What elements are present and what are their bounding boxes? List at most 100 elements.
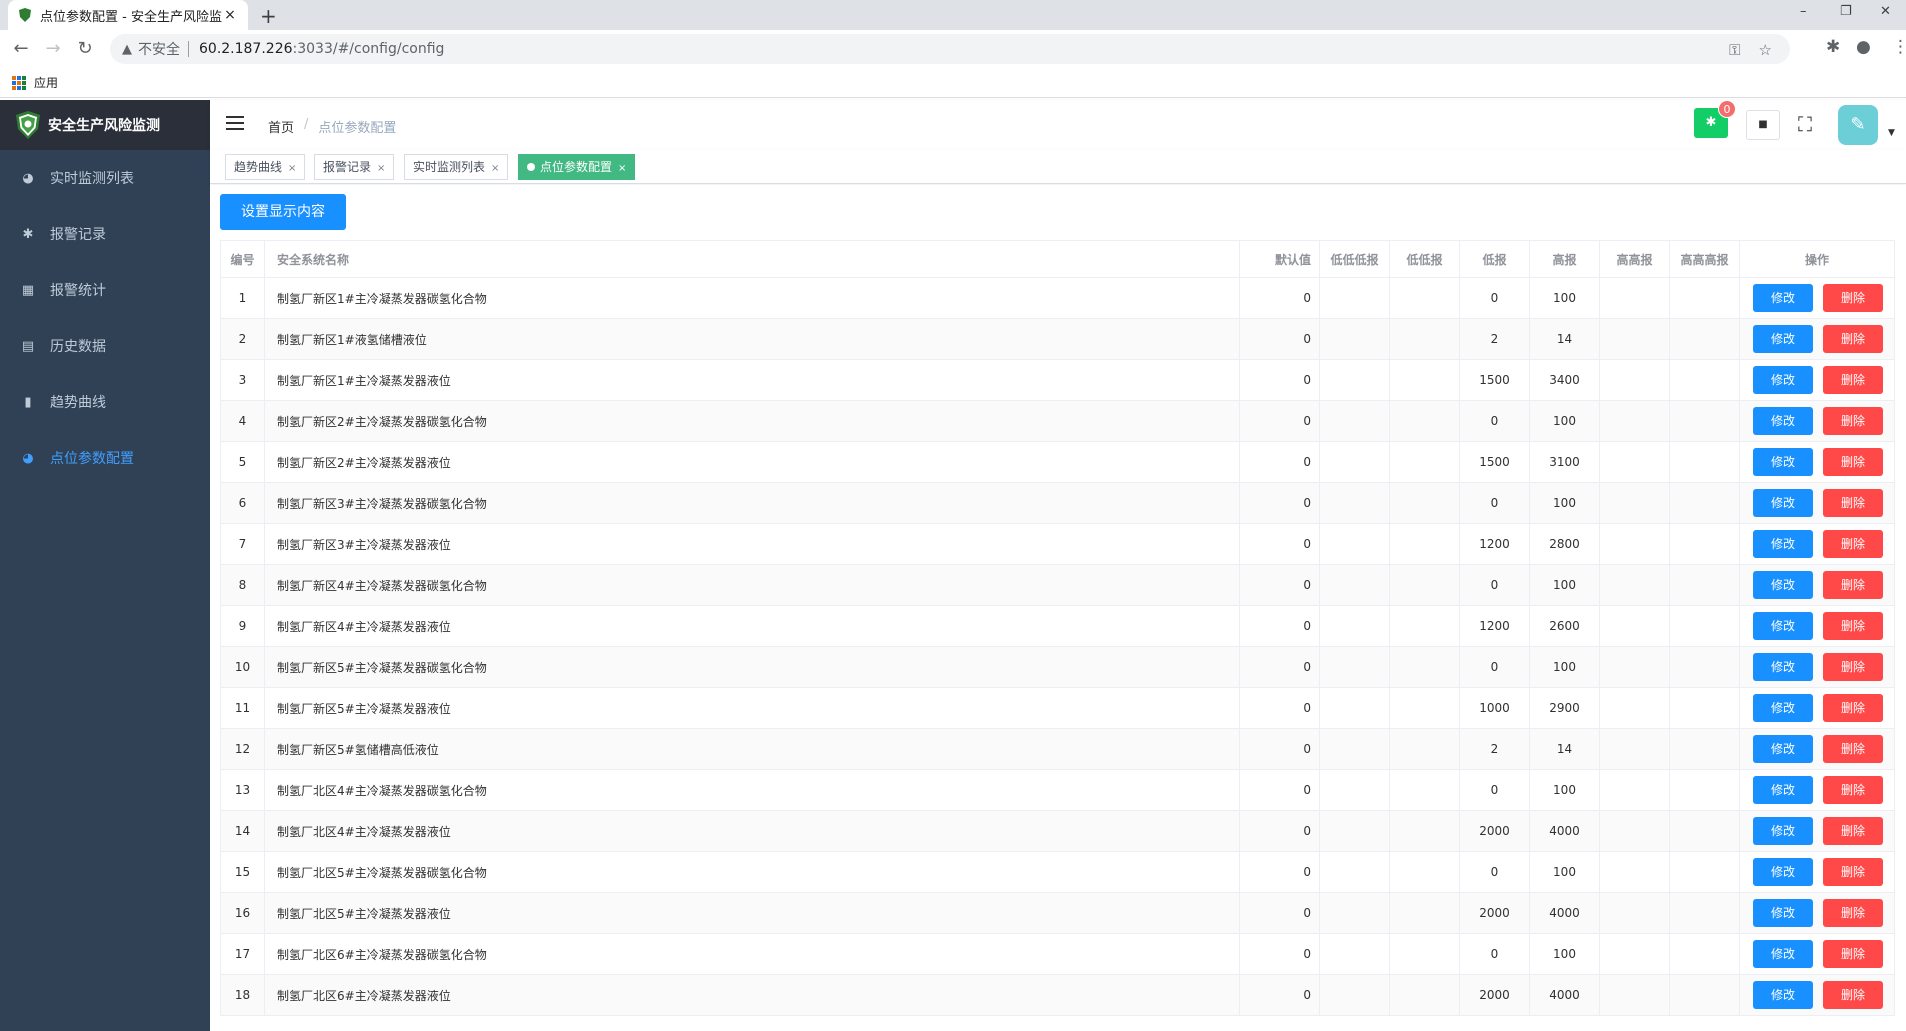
edit-button[interactable]: 修改 <box>1753 612 1813 640</box>
col-name: 安全系统名称 <box>264 240 1240 278</box>
delete-button[interactable]: 删除 <box>1823 530 1883 558</box>
cell-default: 0 <box>1239 400 1320 442</box>
screen-button[interactable]: ■ <box>1746 110 1780 140</box>
edit-button[interactable]: 修改 <box>1753 653 1813 681</box>
tag-label: 点位参数配置 <box>540 160 613 174</box>
delete-button[interactable]: 删除 <box>1823 407 1883 435</box>
tags-view: 趋势曲线 × 报警记录 × 实时监测列表 × 点位参数配置 × <box>210 150 1906 184</box>
edit-button[interactable]: 修改 <box>1753 776 1813 804</box>
new-tab-icon[interactable]: + <box>260 4 277 28</box>
cell-highhigh <box>1599 318 1670 360</box>
tag-close-icon[interactable]: × <box>491 163 499 174</box>
delete-button[interactable]: 删除 <box>1823 612 1883 640</box>
tag-config[interactable]: 点位参数配置 × <box>518 154 636 180</box>
edit-button[interactable]: 修改 <box>1753 284 1813 312</box>
cell-lowlowlow <box>1319 564 1390 606</box>
cell-name: 制氢厂新区4#主冷凝蒸发器液位 <box>264 605 1240 647</box>
cell-highhighhigh <box>1669 441 1740 483</box>
sidebar-logo[interactable]: 安全生产风险监测 <box>0 100 210 150</box>
edit-button[interactable]: 修改 <box>1753 735 1813 763</box>
browser-tab[interactable]: 点位参数配置 - 安全生产风险监测 × <box>8 0 248 30</box>
apps-grid-icon[interactable] <box>12 75 26 90</box>
edit-button[interactable]: 修改 <box>1753 407 1813 435</box>
delete-button[interactable]: 删除 <box>1823 366 1883 394</box>
star-icon[interactable]: ☆ <box>1759 41 1772 59</box>
sidebar-item-alarm-records[interactable]: ✱ 报警记录 <box>0 206 210 262</box>
breadcrumb-home[interactable]: 首页 <box>268 117 294 136</box>
delete-button[interactable]: 删除 <box>1823 981 1883 1009</box>
bookmark-apps[interactable]: 应用 <box>34 74 58 91</box>
navbar: 首页 / 点位参数配置 ✱ 0 ■ ⛶ ✎ ▼ <box>210 100 1906 150</box>
cell-id: 10 <box>220 646 265 688</box>
delete-button[interactable]: 删除 <box>1823 571 1883 599</box>
tag-trend[interactable]: 趋势曲线 × <box>225 154 306 180</box>
extensions-icon[interactable]: ✱ <box>1826 37 1840 57</box>
caret-down-icon[interactable]: ▼ <box>1888 128 1895 138</box>
cell-ops: 修改 删除 <box>1739 441 1895 483</box>
profile-icon[interactable]: ● <box>1856 37 1871 57</box>
settings-display-button[interactable]: 设置显示内容 <box>220 194 346 230</box>
avatar[interactable]: ✎ <box>1838 105 1878 145</box>
edit-button[interactable]: 修改 <box>1753 448 1813 476</box>
forward-icon[interactable]: → <box>42 38 64 59</box>
minimize-icon[interactable]: – <box>1800 4 1807 19</box>
delete-button[interactable]: 删除 <box>1823 448 1883 476</box>
more-menu-icon[interactable]: ⋮ <box>1892 37 1906 57</box>
delete-button[interactable]: 删除 <box>1823 817 1883 845</box>
reload-icon[interactable]: ↻ <box>74 38 96 59</box>
cell-id: 16 <box>220 892 265 934</box>
table-row: 5 制氢厂新区2#主冷凝蒸发器液位 0 1500 3100 修改 删除 <box>220 441 1895 483</box>
sidebar-item-alarm-stats[interactable]: ▦ 报警统计 <box>0 262 210 318</box>
window-close-icon[interactable]: ✕ <box>1880 4 1891 19</box>
sidebar-item-history[interactable]: ▤ 历史数据 <box>0 318 210 374</box>
edit-button[interactable]: 修改 <box>1753 817 1813 845</box>
cell-highhighhigh <box>1669 646 1740 688</box>
fullscreen-icon[interactable]: ⛶ <box>1798 112 1812 136</box>
delete-button[interactable]: 删除 <box>1823 325 1883 353</box>
restore-icon[interactable]: ❐ <box>1840 4 1852 19</box>
cell-low: 0 <box>1459 851 1530 893</box>
url-input[interactable]: ▲ 不安全 60.2.187.226 :3033/#/config/config… <box>110 34 1790 64</box>
tag-realtime[interactable]: 实时监测列表 × <box>404 154 509 180</box>
edit-button[interactable]: 修改 <box>1753 325 1813 353</box>
cell-high: 100 <box>1529 769 1600 811</box>
key-icon[interactable]: ⚿ <box>1729 41 1740 59</box>
delete-button[interactable]: 删除 <box>1823 735 1883 763</box>
delete-button[interactable]: 删除 <box>1823 776 1883 804</box>
tag-close-icon[interactable]: × <box>377 163 385 174</box>
delete-button[interactable]: 删除 <box>1823 653 1883 681</box>
edit-button[interactable]: 修改 <box>1753 571 1813 599</box>
cell-highhigh <box>1599 482 1670 524</box>
delete-button[interactable]: 删除 <box>1823 489 1883 517</box>
table-row: 1 制氢厂新区1#主冷凝蒸发器碳氢化合物 0 0 100 修改 删除 <box>220 277 1895 319</box>
cell-lowlowlow <box>1319 646 1390 688</box>
hamburger-icon[interactable] <box>226 116 244 132</box>
edit-button[interactable]: 修改 <box>1753 858 1813 886</box>
edit-button[interactable]: 修改 <box>1753 366 1813 394</box>
edit-button[interactable]: 修改 <box>1753 489 1813 517</box>
sidebar-item-config[interactable]: ◕ 点位参数配置 <box>0 430 210 486</box>
cell-name: 制氢厂新区1#主冷凝蒸发器液位 <box>264 359 1240 401</box>
back-icon[interactable]: ← <box>10 38 32 59</box>
tag-alarm-records[interactable]: 报警记录 × <box>314 154 395 180</box>
cell-lowlowlow <box>1319 441 1390 483</box>
edit-button[interactable]: 修改 <box>1753 530 1813 558</box>
edit-button[interactable]: 修改 <box>1753 899 1813 927</box>
delete-button[interactable]: 删除 <box>1823 858 1883 886</box>
delete-button[interactable]: 删除 <box>1823 284 1883 312</box>
url-host: 60.2.187.226 <box>199 41 293 57</box>
sidebar-item-trend[interactable]: ▮ 趋势曲线 <box>0 374 210 430</box>
delete-button[interactable]: 删除 <box>1823 694 1883 722</box>
edit-button[interactable]: 修改 <box>1753 694 1813 722</box>
tag-close-icon[interactable]: × <box>618 163 626 174</box>
config-table: 编号 安全系统名称 默认值 低低低报 低低报 低报 高报 高高报 高高高报 操作… <box>220 240 1895 1016</box>
edit-button[interactable]: 修改 <box>1753 981 1813 1009</box>
edit-button[interactable]: 修改 <box>1753 940 1813 968</box>
delete-button[interactable]: 删除 <box>1823 940 1883 968</box>
cell-ops: 修改 删除 <box>1739 851 1895 893</box>
tag-close-icon[interactable]: × <box>288 163 296 174</box>
delete-button[interactable]: 删除 <box>1823 899 1883 927</box>
sidebar-item-realtime[interactable]: ◕ 实时监测列表 <box>0 150 210 206</box>
cell-high: 2800 <box>1529 523 1600 565</box>
tab-close-icon[interactable]: × <box>222 7 238 23</box>
